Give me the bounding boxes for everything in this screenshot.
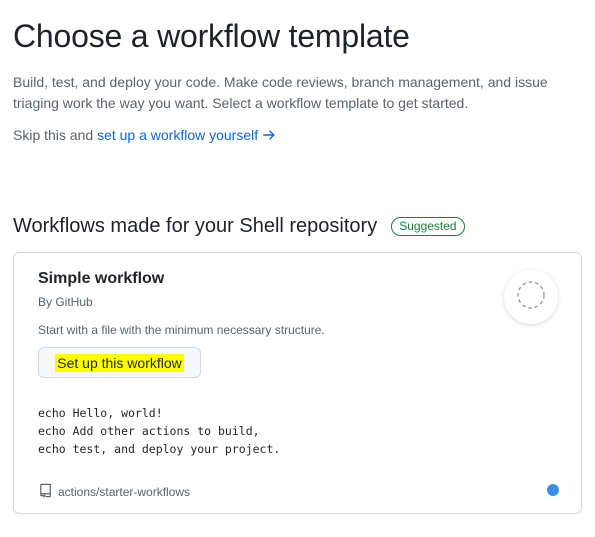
setup-workflow-yourself-label: set up a workflow yourself <box>97 127 259 143</box>
skip-prefix: Skip this and <box>13 127 98 143</box>
repo-row: actions/starter-workflows <box>38 483 190 501</box>
intro-text: Build, test, and deploy your code. Make … <box>13 74 548 111</box>
skip-line: Skip this and set up a workflow yourself <box>13 125 276 147</box>
workflow-title: Simple workflow <box>38 270 165 287</box>
workflow-code-preview: echo Hello, world! echo Add other actions… <box>38 404 280 458</box>
setup-workflow-yourself-link[interactable]: set up a workflow yourself <box>97 127 276 143</box>
suggested-badge: Suggested <box>391 216 465 236</box>
setup-this-workflow-label: Set up this workflow <box>55 353 184 372</box>
workflow-logo <box>504 270 558 324</box>
code-line: echo Add other actions to build, <box>38 424 260 438</box>
workflow-author: By GitHub <box>38 295 93 309</box>
section-title: Workflows made for your Shell repository <box>13 214 378 237</box>
code-line: echo Hello, world! <box>38 406 163 420</box>
section-heading: Workflows made for your Shell repository… <box>13 212 465 240</box>
code-line: echo test, and deploy your project. <box>38 442 281 456</box>
workflow-description: Start with a file with the minimum neces… <box>38 323 325 337</box>
repo-name: actions/starter-workflows <box>58 485 191 499</box>
setup-this-workflow-button[interactable]: Set up this workflow <box>38 347 201 378</box>
arrow-right-icon <box>262 127 276 147</box>
dashed-circle-icon <box>516 280 546 315</box>
language-color-dot <box>547 484 559 496</box>
repo-icon <box>38 483 53 501</box>
page-title: Choose a workflow template <box>13 18 410 54</box>
workflow-card: Simple workflow By GitHub Start with a f… <box>13 252 582 514</box>
